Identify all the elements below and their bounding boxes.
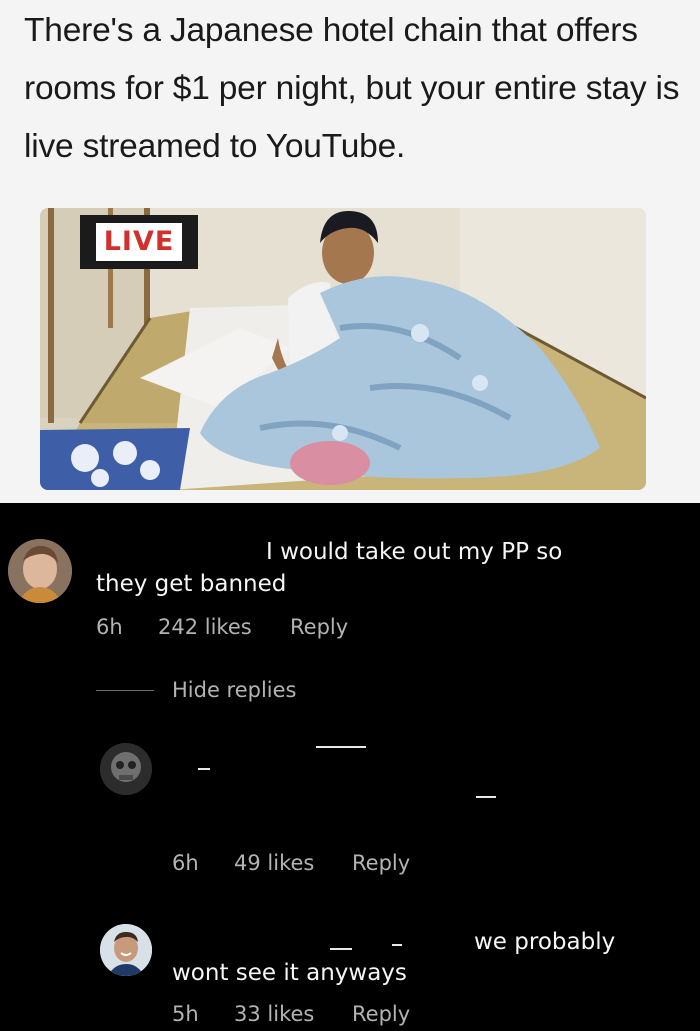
comment-time: 5h [172, 1002, 199, 1026]
comment-meta: 6h 242 likes Reply [96, 614, 496, 640]
avatar[interactable] [8, 539, 72, 603]
comment-text: wont see it anyways [172, 960, 407, 986]
avatar[interactable] [100, 924, 152, 976]
redaction-artifact [198, 768, 210, 770]
avatar[interactable] [100, 743, 152, 795]
comment-time: 6h [172, 851, 199, 875]
reply-button[interactable]: Reply [352, 850, 410, 876]
headline-text: There's a Japanese hotel chain that offe… [24, 12, 680, 165]
reply-button[interactable]: Reply [290, 614, 348, 640]
hide-replies-label: Hide replies [172, 678, 297, 702]
redaction-artifact [316, 746, 366, 748]
comment-text: they get banned [96, 571, 287, 597]
comment-likes[interactable]: 242 likes [158, 614, 252, 640]
reply-button[interactable]: Reply [352, 1001, 410, 1027]
meme-header: There's a Japanese hotel chain that offe… [0, 0, 700, 503]
comment-meta: 5h 33 likes Reply [172, 1001, 572, 1027]
comment-likes[interactable]: 33 likes [234, 1001, 314, 1027]
redaction-artifact [476, 796, 496, 798]
live-badge: LIVE [80, 215, 198, 269]
comment-text: we probably [474, 929, 616, 955]
comment-likes[interactable]: 49 likes [234, 850, 314, 876]
live-badge-label: LIVE [95, 223, 183, 261]
redaction-artifact [330, 948, 352, 950]
comment-meta: 6h 49 likes Reply [172, 850, 572, 876]
thread-line [96, 690, 154, 691]
redaction-artifact [392, 944, 402, 946]
comment-text: I would take out my PP so [266, 539, 563, 565]
comment-time: 6h [96, 615, 123, 639]
